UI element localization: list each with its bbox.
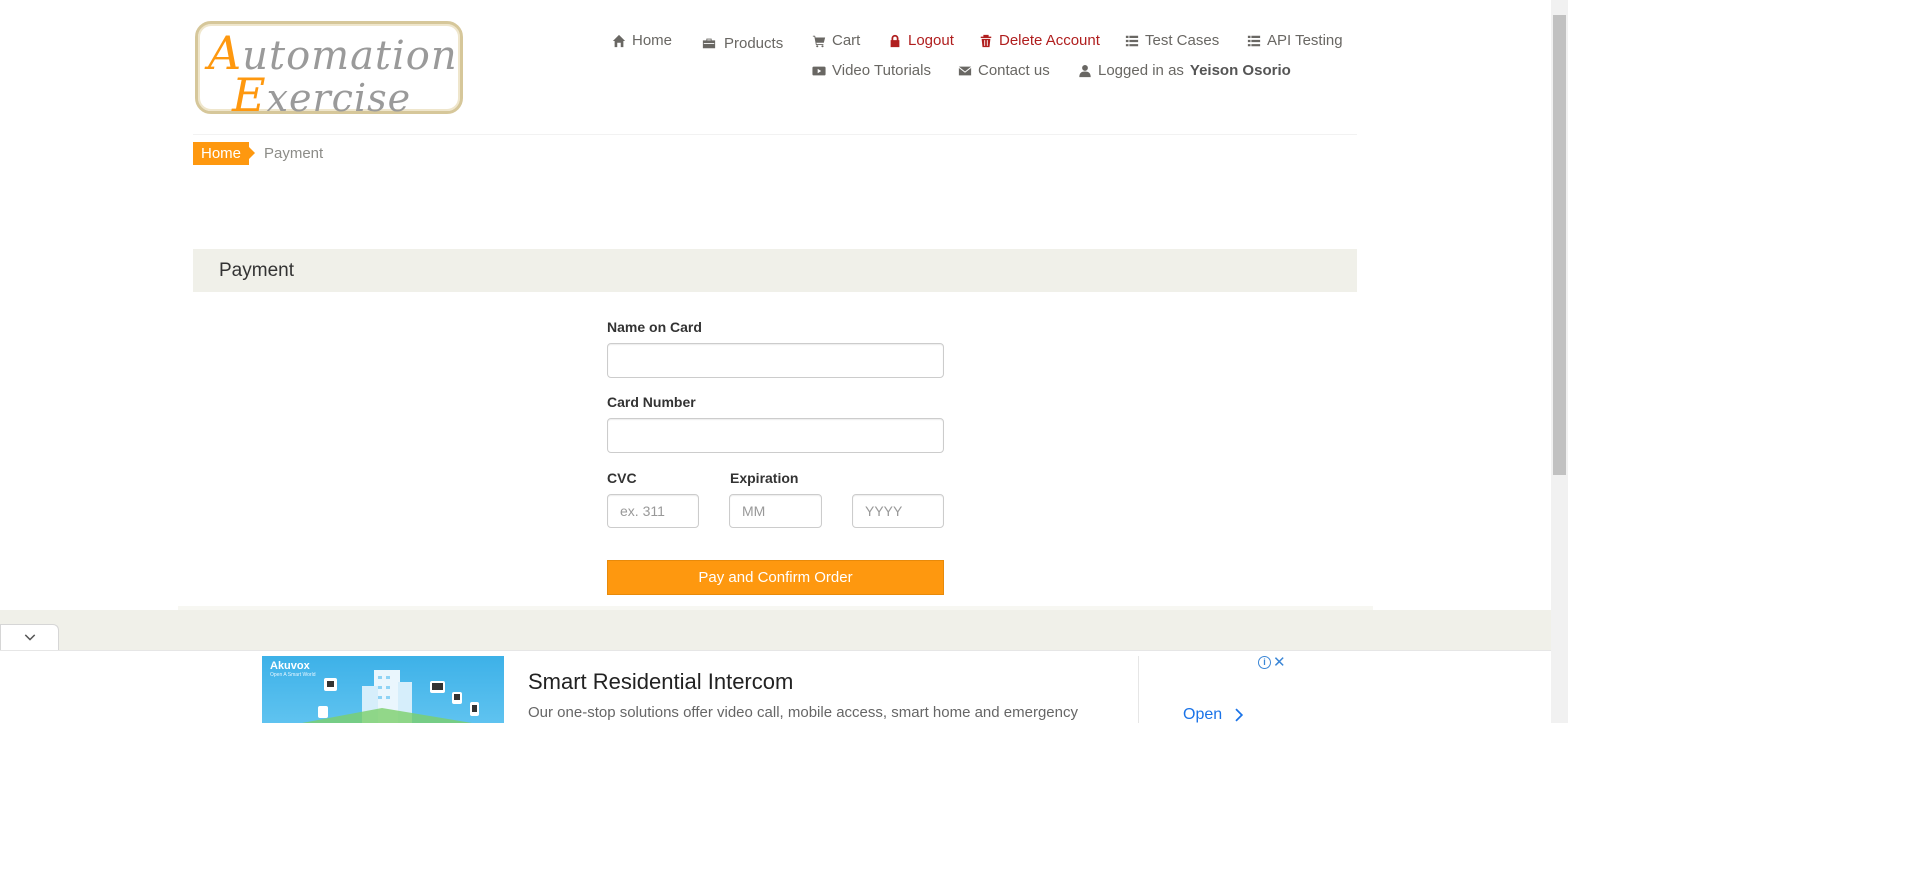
nav-products-label: Products [724, 35, 784, 52]
briefcase-icon [701, 35, 716, 50]
collapse-ad-toggle[interactable] [0, 624, 59, 651]
page-title: Payment [219, 260, 294, 281]
nav-cart[interactable]: Cart [811, 32, 860, 49]
trash-icon [978, 33, 993, 48]
name-on-card-input[interactable] [607, 343, 944, 378]
card-number-input[interactable] [607, 418, 944, 453]
ad-image[interactable]: Akuvox Open A Smart World [262, 656, 504, 723]
youtube-play-icon [811, 63, 826, 78]
lock-icon [887, 33, 902, 48]
scrollbar-thumb[interactable] [1553, 15, 1566, 475]
nav-cart-label: Cart [832, 32, 861, 49]
expiry-year-input[interactable] [852, 494, 944, 528]
nav-delete-account[interactable]: Delete Account [978, 32, 1100, 49]
nav-logout[interactable]: Logout [887, 32, 954, 49]
ad-info-icon[interactable]: i [1258, 656, 1271, 669]
nav-video-tutorials-label: Video Tutorials [832, 62, 931, 79]
ad-description: Our one-stop solutions offer video call,… [528, 704, 1078, 721]
ad-title[interactable]: Smart Residential Intercom [528, 669, 793, 695]
ad-divider [1138, 656, 1139, 723]
site-logo[interactable]: Automation Exercise [195, 21, 463, 122]
payment-heading-bar: Payment [193, 249, 1357, 292]
breadcrumb-current: Payment [264, 145, 324, 162]
header-divider [193, 134, 1357, 135]
nav-logged-in-user: Logged in as Yeison Osorio [1077, 62, 1291, 79]
nav-contact-us[interactable]: Contact us [957, 62, 1050, 79]
nav-api-testing-label: API Testing [1267, 32, 1343, 49]
nav-test-cases-label: Test Cases [1145, 32, 1220, 49]
nav-test-cases[interactable]: Test Cases [1124, 32, 1219, 49]
expiry-month-input[interactable] [729, 494, 822, 528]
ad-close-icon[interactable]: ✕ [1273, 653, 1286, 671]
nav-delete-account-label: Delete Account [999, 32, 1100, 49]
nav-api-testing[interactable]: API Testing [1246, 32, 1343, 49]
logo-line-2: Exercise [232, 68, 412, 122]
logged-in-label: Logged in as [1098, 62, 1184, 79]
pay-and-confirm-button[interactable]: Pay and Confirm Order [607, 560, 944, 595]
nav-video-tutorials[interactable]: Video Tutorials [811, 62, 931, 79]
breadcrumb-home[interactable]: Home [193, 142, 256, 165]
list-icon [1246, 33, 1261, 48]
logged-in-username: Yeison Osorio [1189, 62, 1291, 79]
chevron-down-icon [22, 631, 37, 646]
cvc-input[interactable] [607, 494, 699, 528]
envelope-icon [957, 63, 972, 78]
user-icon [1077, 63, 1092, 78]
chevron-right-icon [1230, 708, 1245, 723]
nav-home[interactable]: Home [611, 32, 672, 49]
nav-logout-label: Logout [908, 32, 954, 49]
ad-illustration [302, 670, 479, 723]
cvc-label: CVC [607, 470, 637, 486]
list-icon [1124, 33, 1139, 48]
footer-strip [0, 610, 1551, 650]
nav-contact-us-label: Contact us [978, 62, 1050, 79]
card-number-label: Card Number [607, 394, 696, 410]
cart-icon [811, 33, 826, 48]
nav-products[interactable]: Products [701, 33, 783, 52]
nav-home-label: Home [632, 32, 673, 49]
ad-open-label: Open [1183, 706, 1223, 723]
expiration-label: Expiration [730, 470, 799, 486]
name-on-card-label: Name on Card [607, 319, 702, 335]
ad-open-button[interactable]: Open [1183, 706, 1245, 724]
home-icon [611, 33, 626, 48]
